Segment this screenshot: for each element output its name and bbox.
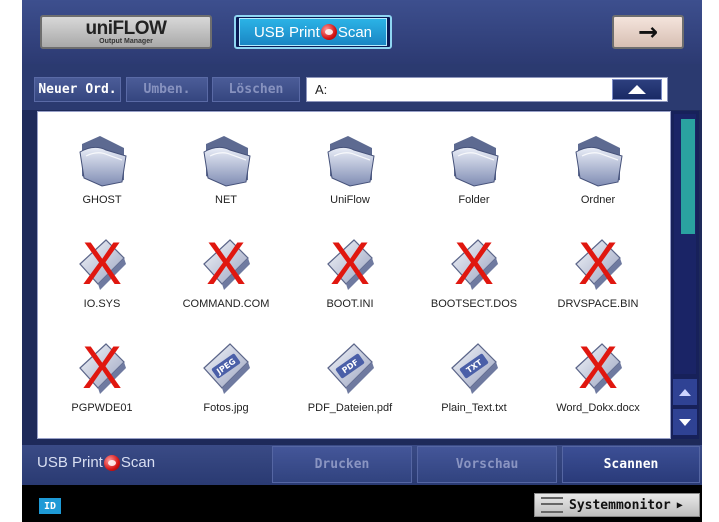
file-name-label: NET: [215, 194, 237, 206]
file-name-label: GHOST: [82, 194, 122, 206]
unsupported-x-icon: X: [206, 230, 247, 297]
file-name-label: Ordner: [580, 194, 616, 206]
folder-icon: [448, 130, 500, 190]
document-icon: TXT: [448, 338, 500, 398]
file-name-label: BOOTSECT.DOS: [430, 298, 518, 310]
scan-button[interactable]: Scannen: [562, 446, 700, 483]
file-name-label: PGPWDE01: [71, 402, 133, 414]
usb-print-scan-logo: USB Print Scan: [239, 18, 387, 46]
file-item[interactable]: X PGPWDE01: [42, 326, 162, 426]
uniflow-button[interactable]: uniFLOW Output Manager: [40, 15, 212, 49]
folder-item[interactable]: GHOST: [42, 118, 162, 218]
scroll-up-icon: [679, 388, 691, 396]
uniflow-logo-text: uniFLOW: [85, 17, 167, 39]
footer-usb-print-label: USB Print: [37, 454, 103, 471]
file-name-label: IO.SYS: [83, 298, 121, 310]
footer-usb-scan-label: Scan: [120, 454, 156, 471]
scroll-down-button[interactable]: [673, 409, 697, 435]
arrow-right-icon: →: [637, 18, 659, 46]
unsupported-x-icon: X: [454, 230, 495, 297]
file-toolbar: Neuer Ord. Umben. Löschen A:: [22, 64, 702, 110]
folder-icon: [200, 130, 252, 190]
file-name-label: PDF_Dateien.pdf: [307, 402, 393, 414]
file-item[interactable]: X DRVSPACE.BIN: [538, 222, 658, 322]
scroll-thumb[interactable]: [681, 119, 695, 234]
bottom-bar: USB Print Scan Drucken Vorschau Scannen: [22, 445, 702, 485]
folder-item[interactable]: Ordner: [538, 118, 658, 218]
unsupported-x-icon: X: [82, 334, 123, 401]
usb-scan-label: Scan: [337, 23, 373, 41]
file-name-label: Fotos.jpg: [203, 402, 249, 414]
usb-print-scan-button[interactable]: USB Print Scan: [234, 15, 392, 49]
folder-item[interactable]: Folder: [414, 118, 534, 218]
file-item[interactable]: X IO.SYS: [42, 222, 162, 322]
uniflow-logo: uniFLOW Output Manager: [85, 17, 167, 45]
file-item[interactable]: X Word_Dokx.docx: [538, 326, 658, 426]
file-item[interactable]: TXT Plain_Text.txt: [414, 326, 534, 426]
preview-button[interactable]: Vorschau: [417, 446, 557, 483]
device-frame: uniFLOW Output Manager USB Print Scan → …: [0, 0, 719, 522]
scroll-up-button[interactable]: [673, 379, 697, 405]
file-name-label: Word_Dokx.docx: [556, 402, 640, 414]
scrollbar[interactable]: [671, 111, 699, 439]
parent-folder-button[interactable]: [612, 79, 662, 100]
usb-print-label: USB Print: [253, 23, 320, 41]
new-folder-button[interactable]: Neuer Ord.: [34, 77, 121, 102]
unsupported-x-icon: X: [82, 230, 123, 297]
footer-print-scan-ball-icon: [103, 454, 120, 471]
file-name-label: DRVSPACE.BIN: [557, 298, 639, 310]
id-badge: ID: [39, 498, 61, 514]
file-name-label: COMMAND.COM: [182, 298, 270, 310]
status-bar: ID Systemmonitor ▶: [22, 485, 702, 522]
file-item[interactable]: X COMMAND.COM: [166, 222, 286, 322]
print-scan-ball-icon: [320, 24, 337, 40]
print-button[interactable]: Drucken: [272, 446, 412, 483]
system-monitor-icon: [541, 497, 563, 513]
unsupported-x-icon: X: [578, 230, 619, 297]
caret-right-icon: ▶: [676, 499, 683, 511]
top-bar: uniFLOW Output Manager USB Print Scan →: [22, 0, 702, 64]
next-arrow-button[interactable]: →: [612, 15, 684, 49]
document-icon: JPEG: [200, 338, 252, 398]
delete-button[interactable]: Löschen: [212, 77, 300, 102]
system-monitor-label: Systemmonitor: [569, 497, 671, 513]
triangle-up-icon: [628, 85, 646, 94]
system-monitor-button[interactable]: Systemmonitor ▶: [534, 493, 700, 517]
folder-item[interactable]: UniFlow: [290, 118, 410, 218]
unsupported-x-icon: X: [330, 230, 371, 297]
folder-item[interactable]: NET: [166, 118, 286, 218]
usb-print-scan-footer-logo: USB Print Scan: [37, 454, 155, 471]
touch-screen: uniFLOW Output Manager USB Print Scan → …: [22, 0, 702, 522]
file-name-label: Folder: [458, 194, 490, 206]
rename-button[interactable]: Umben.: [126, 77, 208, 102]
file-item[interactable]: JPEG Fotos.jpg: [166, 326, 286, 426]
unsupported-x-icon: X: [578, 334, 619, 401]
scroll-down-icon: [679, 418, 691, 426]
file-browser: GHOST NET UniFlow Folder Ordner X IO.SYS X COMMA…: [37, 111, 671, 439]
folder-icon: [324, 130, 376, 190]
file-item[interactable]: X BOOTSECT.DOS: [414, 222, 534, 322]
file-name-label: Plain_Text.txt: [441, 402, 507, 414]
folder-icon: [572, 130, 624, 190]
document-icon: PDF: [324, 338, 376, 398]
scroll-track[interactable]: [674, 114, 696, 374]
file-item[interactable]: X BOOT.INI: [290, 222, 410, 322]
file-name-label: BOOT.INI: [326, 298, 374, 310]
file-name-label: UniFlow: [330, 194, 370, 206]
file-item[interactable]: PDF PDF_Dateien.pdf: [290, 326, 410, 426]
folder-icon: [76, 130, 128, 190]
uniflow-tagline: Output Manager: [99, 37, 153, 45]
